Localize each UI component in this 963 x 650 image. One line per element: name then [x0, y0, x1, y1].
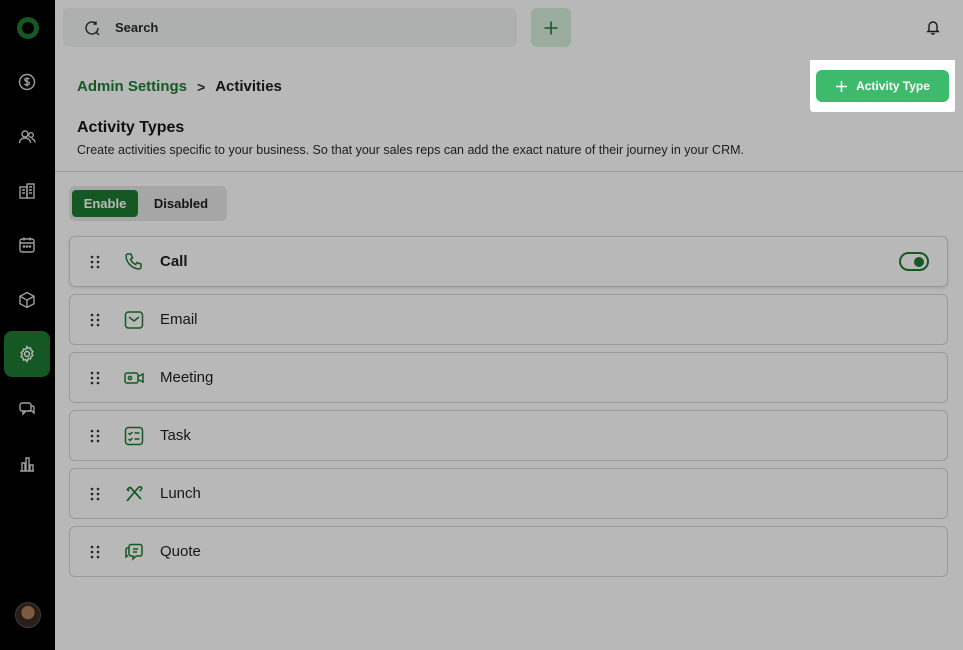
disabled-tab[interactable]: Disabled [138, 190, 224, 217]
email-icon [124, 311, 144, 329]
logo-icon [16, 17, 39, 39]
enable-tab[interactable]: Enable [72, 190, 138, 217]
plus-icon [544, 21, 558, 34]
building-icon [19, 183, 35, 199]
drag-handle-icon[interactable] [90, 487, 100, 501]
breadcrumb: Admin Settings > Activities [77, 78, 282, 95]
activity-row-meeting[interactable]: Meeting [69, 352, 948, 403]
status-segmented-control: Enable Disabled [69, 186, 227, 221]
page-title: Activity Types [77, 119, 185, 136]
activity-row-email[interactable]: Email [69, 294, 948, 345]
activity-label: Task [160, 427, 191, 444]
activity-row-call[interactable]: Call [69, 236, 948, 287]
sidebar-item-messages[interactable] [4, 386, 50, 432]
utensils-icon [126, 485, 143, 502]
gear-icon [20, 345, 34, 363]
activity-row-task[interactable]: Task [69, 410, 948, 461]
sidebar-item-reports[interactable] [4, 441, 50, 487]
activity-row-lunch[interactable]: Lunch [69, 468, 948, 519]
search-input[interactable]: Search [115, 20, 158, 35]
activity-label: Call [160, 253, 188, 270]
add-activity-type-button[interactable]: Activity Type [816, 70, 949, 102]
quote-icon [125, 543, 143, 561]
plus-icon [836, 80, 848, 92]
drag-handle-icon[interactable] [90, 371, 100, 385]
video-icon [124, 372, 144, 384]
drag-handle-icon[interactable] [90, 545, 100, 559]
bell-icon[interactable] [925, 19, 941, 35]
sidebar-item-settings[interactable] [4, 331, 50, 377]
users-icon [18, 130, 36, 144]
topbar: Search [55, 0, 963, 56]
dollar-icon [18, 73, 36, 91]
sidebar [0, 0, 55, 650]
breadcrumb-current: Activities [215, 78, 282, 95]
activity-row-quote[interactable]: Quote [69, 526, 948, 577]
avatar[interactable] [15, 602, 41, 628]
activity-label: Meeting [160, 369, 214, 386]
calendar-icon [19, 237, 35, 253]
sidebar-item-calendar[interactable] [4, 222, 50, 268]
checklist-icon [124, 426, 144, 446]
sidebar-item-companies[interactable] [4, 168, 50, 214]
activity-toggle[interactable] [899, 252, 929, 271]
activity-label: Quote [160, 543, 201, 560]
breadcrumb-admin-settings[interactable]: Admin Settings [77, 78, 187, 95]
drag-handle-icon[interactable] [90, 429, 100, 443]
drag-handle-icon[interactable] [90, 313, 100, 327]
sidebar-item-products[interactable] [4, 277, 50, 323]
phone-icon [125, 253, 142, 270]
drag-handle-icon[interactable] [90, 255, 100, 269]
add-activity-type-label: Activity Type [856, 79, 930, 93]
bar-chart-icon [20, 457, 34, 472]
breadcrumb-separator: > [197, 78, 206, 95]
search-icon [85, 20, 100, 36]
sidebar-item-deals[interactable] [4, 59, 50, 105]
toggle-knob [914, 257, 924, 267]
search-bar[interactable]: Search [63, 8, 517, 47]
sidebar-item-contacts[interactable] [4, 114, 50, 160]
quick-add-button[interactable] [531, 8, 571, 47]
activity-label: Lunch [160, 485, 201, 502]
page-description: Create activities specific to your busin… [77, 143, 744, 157]
box-icon [19, 291, 35, 309]
chat-icon [19, 402, 35, 416]
activity-label: Email [160, 311, 198, 328]
